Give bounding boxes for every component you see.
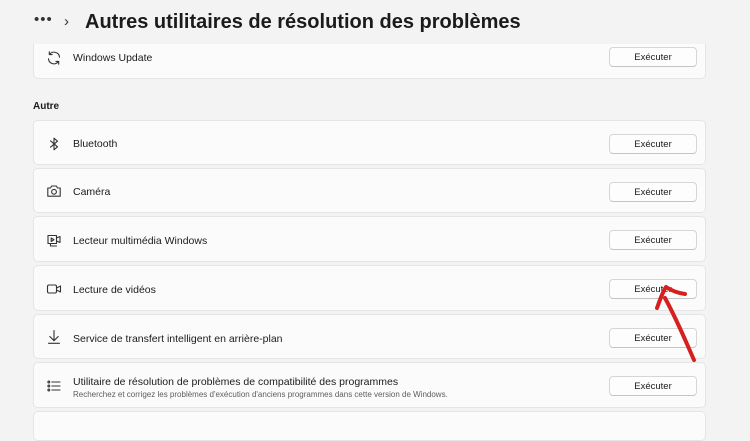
troubleshooter-label: Lecture de vidéos: [73, 284, 156, 296]
media-player-icon: [46, 232, 62, 248]
run-bluetooth-button[interactable]: Exécuter: [609, 134, 697, 154]
troubleshooter-label: Utilitaire de résolution de problèmes de…: [73, 376, 399, 388]
download-arrow-icon: [46, 329, 62, 345]
page-title: Autres utilitaires de résolution des pro…: [85, 11, 521, 33]
troubleshooter-card-bits: Service de transfert intelligent en arri…: [33, 314, 706, 359]
troubleshooter-card-camera: Caméra Exécuter: [33, 168, 706, 213]
troubleshooter-label: Caméra: [73, 186, 111, 198]
header: ••• › Autres utilitaires de résolution d…: [0, 0, 750, 46]
more-options-icon[interactable]: •••: [34, 12, 54, 30]
run-bits-button[interactable]: Exécuter: [609, 328, 697, 348]
troubleshooter-label: Lecteur multimédia Windows: [73, 235, 208, 247]
refresh-icon: [46, 50, 62, 66]
troubleshooter-card-video-playback: Lecture de vidéos Exécuter: [33, 265, 706, 311]
bluetooth-icon: [46, 136, 62, 152]
run-video-playback-button[interactable]: Exécuter: [609, 279, 697, 299]
troubleshooter-card-media-player: Lecteur multimédia Windows Exécuter: [33, 216, 706, 262]
run-windows-update-button[interactable]: Exécuter: [609, 47, 697, 67]
video-camera-icon: [46, 281, 62, 297]
troubleshooter-label: Windows Update: [73, 52, 153, 64]
troubleshooter-card-program-compatibility: Utilitaire de résolution de problèmes de…: [33, 362, 706, 408]
run-camera-button[interactable]: Exécuter: [609, 182, 697, 202]
section-title: Autre: [33, 101, 60, 112]
troubleshooter-label: Bluetooth: [73, 138, 118, 150]
troubleshooter-card-windows-update: Windows Update Exécuter: [33, 44, 706, 79]
run-media-player-button[interactable]: Exécuter: [609, 230, 697, 250]
list-icon: [46, 378, 62, 394]
chevron-right-icon: ›: [64, 13, 69, 30]
troubleshooter-card-bluetooth: Bluetooth Exécuter: [33, 120, 706, 165]
troubleshooter-card-partial: [33, 411, 706, 441]
troubleshooter-label: Service de transfert intelligent en arri…: [73, 333, 283, 345]
run-program-compatibility-button[interactable]: Exécuter: [609, 376, 697, 396]
camera-icon: [46, 183, 62, 199]
troubleshooter-description: Recherchez et corrigez les problèmes d'e…: [73, 390, 448, 399]
